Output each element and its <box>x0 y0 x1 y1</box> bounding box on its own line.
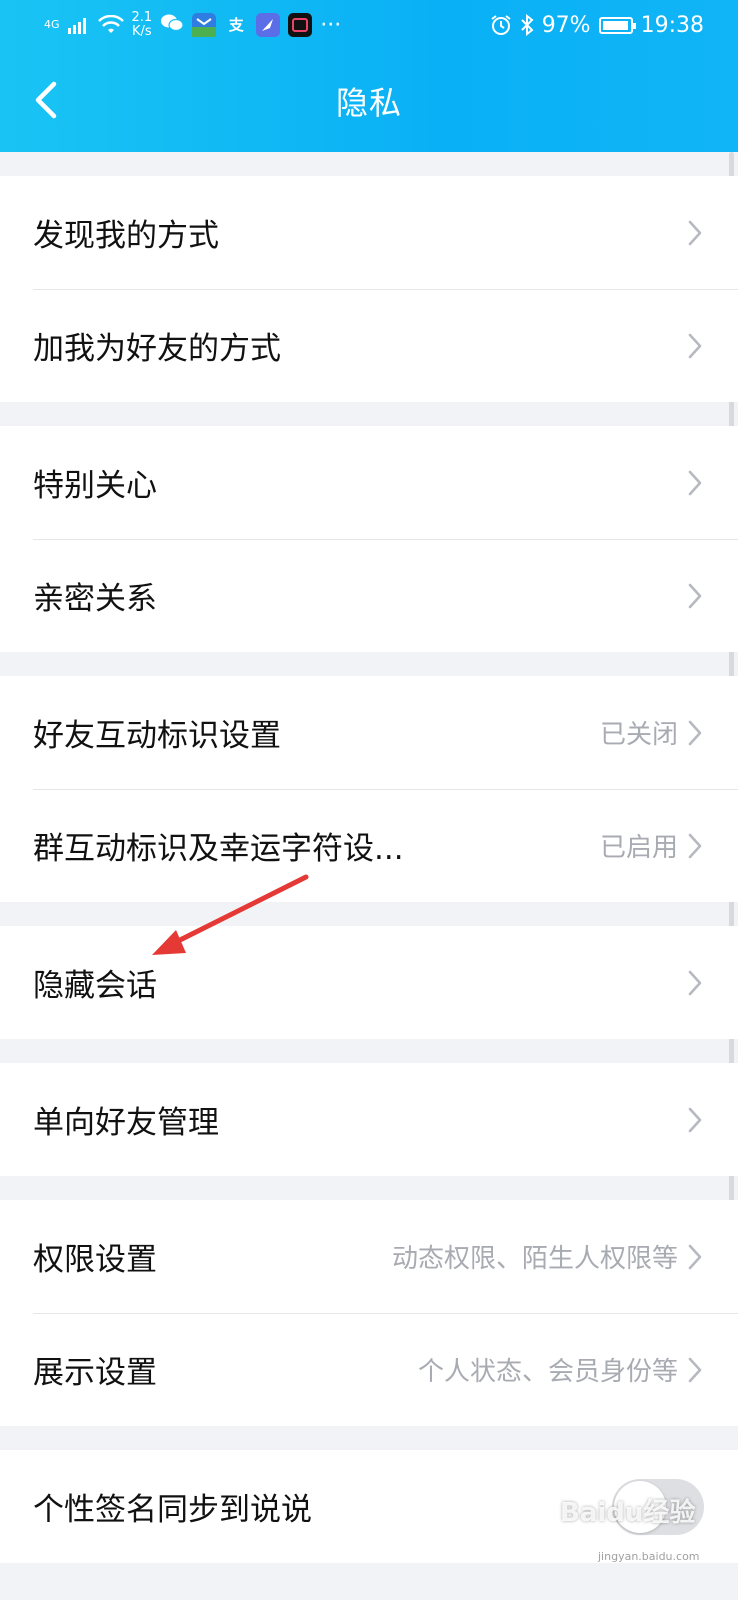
settings-row[interactable]: 好友互动标识设置 已关闭 <box>0 676 738 789</box>
status-bar: 4G 2.1 K/s 支 ··· 97% 19:38 <box>0 0 738 50</box>
settings-group: 权限设置 动态权限、陌生人权限等展示设置 个人状态、会员身份等 <box>0 1200 738 1426</box>
settings-row-label: 特别关心 <box>33 468 157 504</box>
clock: 19:38 <box>640 12 704 38</box>
reading-app-icon <box>192 13 217 37</box>
chevron-right-icon <box>688 970 702 995</box>
settings-group: 单向好友管理 <box>0 1063 738 1176</box>
chevron-right-icon <box>688 1244 702 1269</box>
settings-group: 特别关心 亲密关系 <box>0 426 738 652</box>
settings-group: 好友互动标识设置 已关闭群互动标识及幸运字符设... 已启用 <box>0 676 738 902</box>
wechat-icon <box>160 13 184 37</box>
settings-row[interactable]: 展示设置 个人状态、会员身份等 <box>0 1313 738 1426</box>
settings-row[interactable]: 单向好友管理 <box>0 1063 738 1176</box>
settings-row[interactable]: 发现我的方式 <box>0 176 738 289</box>
battery-icon <box>598 16 636 34</box>
settings-group: 发现我的方式加我为好友的方式 <box>0 176 738 402</box>
chevron-right-icon <box>688 583 702 608</box>
settings-row-label: 隐藏会话 <box>33 968 157 1004</box>
settings-row-value: 个人状态、会员身份等 <box>417 1357 678 1387</box>
speed-unit: K/s <box>132 24 152 39</box>
settings-row-label: 群互动标识及幸运字符设... <box>33 831 404 867</box>
video-app-icon <box>288 13 313 37</box>
settings-row[interactable]: 权限设置 动态权限、陌生人权限等 <box>0 1200 738 1313</box>
nav-bar: 隐私 <box>0 50 738 152</box>
settings-row[interactable]: 亲密关系 <box>0 539 738 652</box>
settings-row[interactable]: 隐藏会话 <box>0 926 738 1039</box>
network-type: 4G <box>44 18 60 31</box>
baidu-watermark: Baidu经验 <box>560 1498 696 1528</box>
settings-row-label: 发现我的方式 <box>33 218 219 254</box>
settings-row-label: 加我为好友的方式 <box>33 331 281 367</box>
settings-row[interactable]: 加我为好友的方式 <box>0 289 738 402</box>
speed-value: 2.1 <box>131 10 153 25</box>
chevron-right-icon <box>688 1107 702 1132</box>
chevron-right-icon <box>688 833 702 858</box>
wifi-icon <box>97 15 124 33</box>
network-speed: 2.1 K/s <box>132 11 153 39</box>
settings-row-value: 动态权限、陌生人权限等 <box>391 1244 678 1274</box>
watermark-url: jingyan.baidu.com <box>598 1550 700 1563</box>
settings-row[interactable]: 特别关心 <box>0 426 738 539</box>
settings-row-label: 个性签名同步到说说 <box>33 1492 312 1528</box>
battery-percent: 97% <box>541 12 591 38</box>
settings-row-value: 已启用 <box>599 833 678 863</box>
chevron-right-icon <box>688 720 702 745</box>
chevron-right-icon <box>688 470 702 495</box>
settings-group: 隐藏会话 <box>0 926 738 1039</box>
chevron-right-icon <box>688 220 702 245</box>
feather-app-icon <box>256 13 281 37</box>
settings-row-label: 亲密关系 <box>33 581 157 617</box>
settings-row-label: 展示设置 <box>33 1355 157 1391</box>
settings-row[interactable]: 群互动标识及幸运字符设... 已启用 <box>0 789 738 902</box>
chevron-right-icon <box>688 333 702 358</box>
settings-row-label: 好友互动标识设置 <box>33 718 281 754</box>
settings-row-label: 权限设置 <box>33 1242 157 1278</box>
chevron-left-icon <box>35 81 57 119</box>
settings-list: 发现我的方式加我为好友的方式 特别关心亲密关系好友互动标识设置 已关闭群互动标识及幸… <box>0 152 738 1563</box>
more-notifications-icon: ··· <box>320 12 342 38</box>
chevron-right-icon <box>688 1357 702 1382</box>
bluetooth-icon <box>520 14 534 36</box>
settings-row-label: 单向好友管理 <box>33 1105 219 1141</box>
signal-icon <box>67 18 86 34</box>
settings-row-value: 已关闭 <box>599 720 678 750</box>
alipay-icon: 支 <box>228 16 244 34</box>
back-button[interactable] <box>28 78 68 122</box>
page-title: 隐私 <box>335 84 402 122</box>
top-bar: 4G 2.1 K/s 支 ··· 97% 19:38 隐私 <box>0 0 738 152</box>
alarm-icon <box>491 15 511 35</box>
